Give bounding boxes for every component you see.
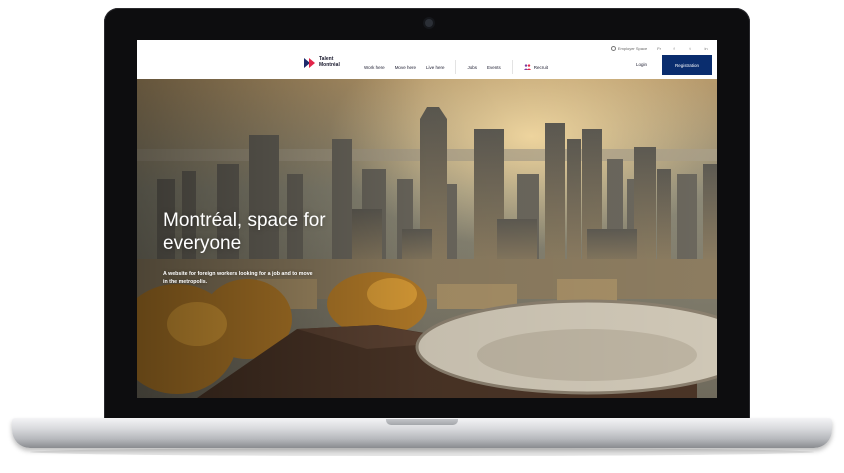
- linkedin-icon[interactable]: in: [703, 46, 709, 51]
- laptop-screen: Employer Space Fr f t in Talent Montréal…: [137, 40, 717, 398]
- laptop-mockup: Employer Space Fr f t in Talent Montréal…: [0, 0, 844, 473]
- site-header: Employer Space Fr f t in Talent Montréal…: [137, 40, 717, 79]
- webcam-icon: [425, 19, 433, 27]
- logo-line-2: Montréal: [319, 61, 340, 68]
- people-icon: [523, 64, 531, 70]
- facebook-icon[interactable]: f: [671, 46, 677, 51]
- nav-move-here[interactable]: Move here: [390, 65, 421, 70]
- talent-montreal-logo[interactable]: Talent Montréal: [304, 56, 340, 68]
- recruit-label: Recruit: [533, 64, 549, 70]
- nav-live-here[interactable]: Live here: [421, 65, 450, 70]
- logo-text: Talent Montréal: [319, 56, 340, 68]
- main-nav: Work here Move here Live here Jobs Event…: [359, 60, 553, 74]
- utility-bar: Employer Space Fr f t in: [610, 43, 709, 53]
- employer-space-label: Employer Space: [617, 45, 648, 51]
- hero-title: Montréal, space for everyone: [163, 210, 326, 254]
- logo-mark-icon: [304, 57, 315, 68]
- nav-events[interactable]: Events: [482, 65, 506, 70]
- nav-jobs[interactable]: Jobs: [462, 65, 482, 70]
- registration-button[interactable]: Registration: [662, 55, 712, 75]
- nav-divider: [455, 60, 457, 74]
- laptop-base-notch: [386, 419, 458, 425]
- hero-section: Montréal, space for everyone A website f…: [137, 79, 717, 398]
- login-link[interactable]: Login: [636, 62, 647, 67]
- twitter-icon[interactable]: t: [687, 46, 693, 51]
- nav-work-here[interactable]: Work here: [359, 65, 390, 70]
- hero-subtitle: A website for foreign workers looking fo…: [163, 271, 313, 285]
- employer-space-link[interactable]: Employer Space: [610, 45, 648, 51]
- nav-divider: [511, 60, 513, 74]
- language-switch[interactable]: Fr: [657, 46, 661, 51]
- nav-recruit[interactable]: Recruit: [519, 64, 553, 70]
- laptop-shadow: [30, 448, 814, 456]
- user-icon: [610, 45, 616, 51]
